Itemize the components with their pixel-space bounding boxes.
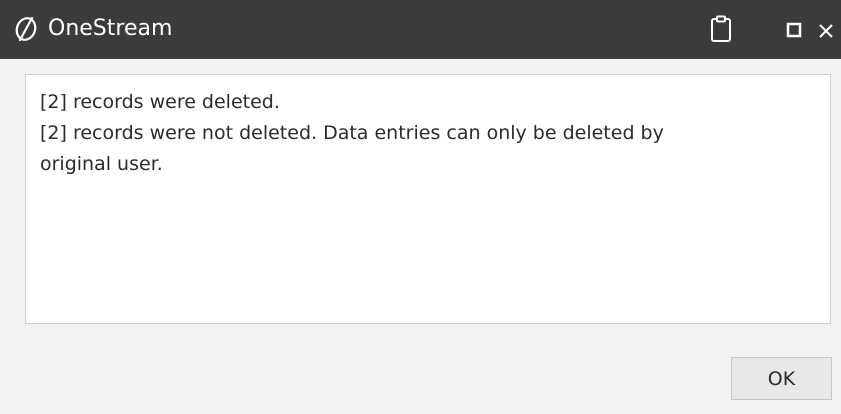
window-title: OneStream <box>48 16 173 41</box>
message-line: original user. <box>40 153 163 175</box>
onestream-logo-icon <box>15 16 37 42</box>
clipboard-icon[interactable] <box>710 15 732 43</box>
message-line: [2] records were deleted. <box>40 91 280 113</box>
message-text-area[interactable]: [2] records were deleted. [2] records we… <box>25 74 831 324</box>
message-line: [2] records were not deleted. Data entri… <box>40 122 664 144</box>
maximize-icon[interactable] <box>786 22 802 38</box>
ok-button[interactable]: OK <box>731 357 832 400</box>
message-dialog: OneStream [2] records were deleted. [2] … <box>0 0 841 414</box>
close-icon[interactable] <box>816 21 836 41</box>
title-bar: OneStream <box>0 0 841 59</box>
